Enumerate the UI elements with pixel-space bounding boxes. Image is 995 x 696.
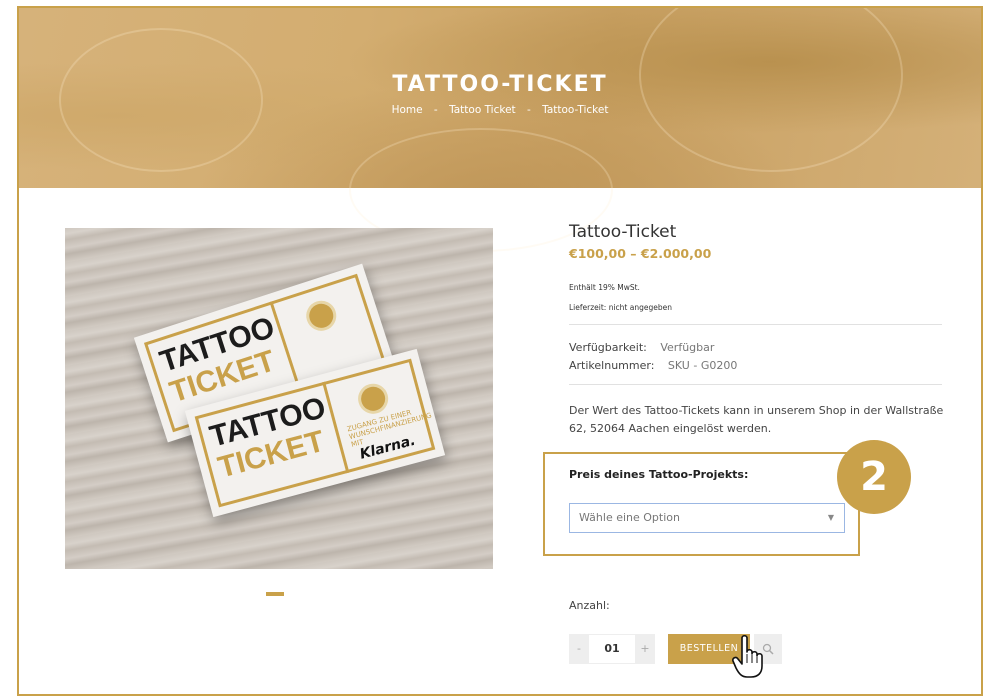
product-title: Tattoo-Ticket	[569, 222, 677, 242]
sku-row: Artikelnummer: SKU - G0200	[569, 359, 737, 372]
product-price: €100,00 – €2.000,00	[569, 246, 712, 261]
delivery-note: Lieferzeit: nicht angegeben	[569, 303, 672, 312]
breadcrumb-category[interactable]: Tattoo Ticket	[449, 104, 516, 116]
availability-value: Verfügbar	[660, 341, 715, 354]
divider	[569, 324, 942, 325]
availability-label: Verfügbarkeit:	[569, 341, 647, 354]
quantity-input[interactable]: 01	[589, 634, 635, 664]
breadcrumb: Home - Tattoo Ticket - Tattoo-Ticket	[19, 104, 981, 116]
quantity-minus-button[interactable]: -	[569, 634, 589, 664]
hero-decoration	[59, 28, 263, 172]
breadcrumb-home[interactable]: Home	[392, 104, 423, 116]
quantity-stepper: - 01 +	[569, 634, 655, 664]
divider	[569, 384, 942, 385]
chevron-down-icon: ▼	[827, 513, 834, 522]
option-label: Preis deines Tattoo-Projekts:	[569, 468, 749, 481]
slider-dot[interactable]	[266, 592, 284, 596]
sku-value: SKU - G0200	[667, 359, 738, 372]
select-placeholder: Wähle eine Option	[579, 511, 680, 524]
hand-cursor-icon	[732, 634, 763, 678]
breadcrumb-separator: -	[433, 104, 438, 116]
product-description: Der Wert des Tattoo-Tickets kann in unse…	[569, 404, 944, 435]
sku-label: Artikelnummer:	[569, 359, 655, 372]
tax-note: Enthält 19% MwSt.	[569, 283, 640, 292]
quantity-label: Anzahl:	[569, 599, 610, 612]
availability-row: Verfügbarkeit: Verfügbar	[569, 341, 714, 354]
breadcrumb-current: Tattoo-Ticket	[542, 104, 609, 116]
page-frame: TATTOO-TICKET Home - Tattoo Ticket - Tat…	[17, 6, 983, 696]
product-image[interactable]: TATTOO TICKET TATTOO TICKET ZUGANG ZU EI…	[65, 228, 493, 569]
quantity-plus-button[interactable]: +	[635, 634, 655, 664]
step-badge: 2	[837, 440, 911, 514]
breadcrumb-separator: -	[527, 104, 531, 116]
page-title: TATTOO-TICKET	[392, 72, 608, 97]
hero-banner: TATTOO-TICKET Home - Tattoo Ticket - Tat…	[19, 8, 981, 252]
price-option-select[interactable]: Wähle eine Option ▼	[569, 503, 845, 533]
